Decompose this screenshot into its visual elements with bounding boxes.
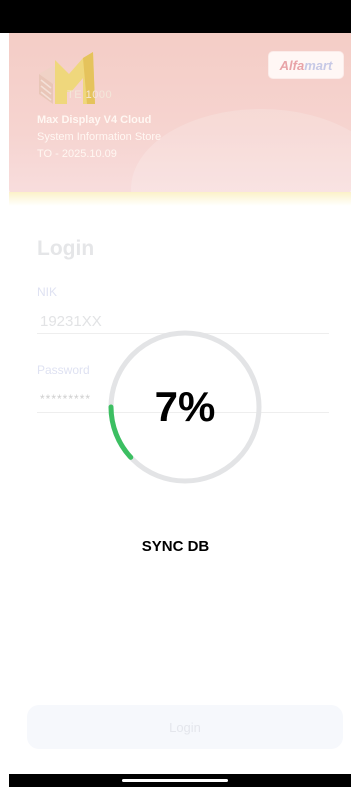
app-version: TO - 2025.10.09: [37, 148, 117, 160]
app-name: Max Display V4 Cloud: [37, 114, 152, 126]
nik-label: NIK: [37, 285, 58, 299]
password-input[interactable]: *********: [40, 392, 91, 406]
sync-progress-ring: 7%: [105, 328, 265, 486]
brand-text-part1: Alfa: [279, 57, 305, 73]
nik-input[interactable]: 19231XX: [40, 313, 102, 330]
password-label: Password: [37, 363, 90, 377]
sync-status-label: SYNC DB: [141, 538, 210, 555]
alfamart-logo: Alfa mart: [269, 52, 343, 78]
app-header: TE 1000 Alfa mart Max Display V4 Cloud Sy…: [9, 33, 351, 199]
home-indicator[interactable]: [122, 779, 228, 782]
progress-percentage: 7%: [154, 383, 216, 430]
login-title: Login: [37, 237, 95, 260]
login-button[interactable]: Login: [27, 705, 343, 749]
app-subtitle: System Information Store: [37, 131, 162, 143]
header-shadow: [9, 192, 351, 206]
brand-text-part2: mart: [304, 57, 333, 73]
status-bar: [0, 0, 351, 33]
app-number: TE 1000: [67, 89, 113, 101]
header-decoration: [131, 109, 351, 199]
